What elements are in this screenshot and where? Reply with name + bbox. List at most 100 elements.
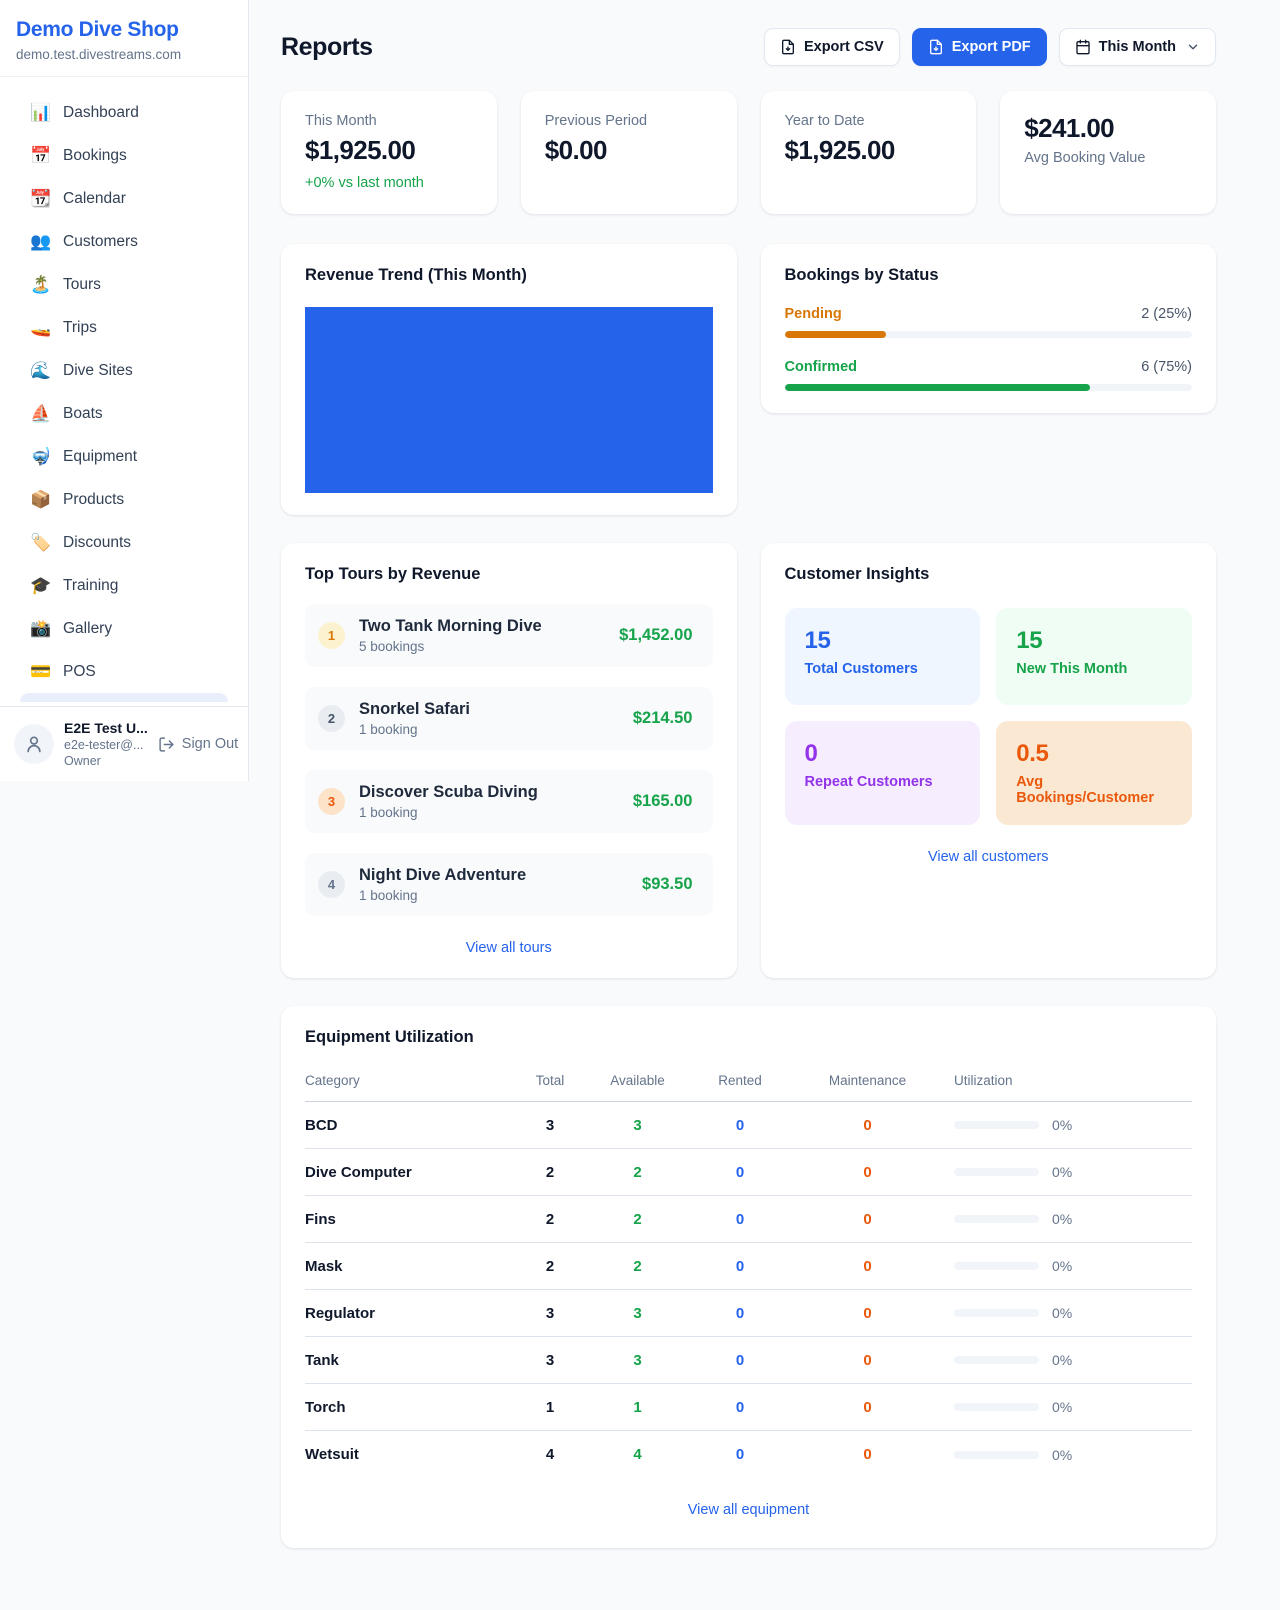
sidebar-item-customers[interactable]: 👥 Customers bbox=[12, 220, 236, 263]
stat-value: $1,925.00 bbox=[785, 135, 953, 166]
equip-rented: 0 bbox=[685, 1399, 795, 1416]
tour-name: Discover Scuba Diving bbox=[359, 783, 538, 802]
tour-row[interactable]: 2 Snorkel Safari 1 booking $214.50 bbox=[305, 687, 713, 750]
table-row: Mask 2 2 0 0 0% bbox=[305, 1243, 1192, 1290]
tour-row[interactable]: 3 Discover Scuba Diving 1 booking $165.0… bbox=[305, 770, 713, 833]
equip-available: 4 bbox=[590, 1446, 685, 1463]
sidebar-item-label: Trips bbox=[63, 319, 97, 337]
utilization-percent: 0% bbox=[1052, 1164, 1072, 1180]
period-select[interactable]: This Month bbox=[1059, 28, 1216, 66]
col-header-rented: Rented bbox=[685, 1073, 795, 1088]
equip-rented: 0 bbox=[685, 1446, 795, 1463]
sidebar-item-label: Tours bbox=[63, 276, 101, 294]
bookings-by-status-title: Bookings by Status bbox=[785, 266, 1193, 285]
col-header-total: Total bbox=[510, 1073, 590, 1088]
status-count: 6 (75%) bbox=[1141, 359, 1192, 375]
equip-utilization-cell: 0% bbox=[940, 1399, 1192, 1415]
tile-repeat-customers: 0 Repeat Customers bbox=[785, 721, 981, 825]
equip-maintenance: 0 bbox=[795, 1399, 940, 1416]
sidebar-item-calendar[interactable]: 📆 Calendar bbox=[12, 177, 236, 220]
view-all-tours-link[interactable]: View all tours bbox=[305, 940, 713, 956]
equipment-utilization-card: Equipment Utilization Category Total Ava… bbox=[281, 1006, 1216, 1548]
tile-label: Avg Bookings/Customer bbox=[1016, 774, 1172, 806]
export-csv-button[interactable]: Export CSV bbox=[764, 28, 900, 66]
equip-total: 3 bbox=[510, 1305, 590, 1322]
equip-total: 2 bbox=[510, 1258, 590, 1275]
customer-insights-card: Customer Insights 15 Total Customers 15 … bbox=[761, 543, 1217, 978]
tile-value: 0.5 bbox=[1016, 740, 1172, 768]
sidebar-item-label: Bookings bbox=[63, 147, 127, 165]
stat-card-avg-booking-value: $241.00 Avg Booking Value bbox=[1000, 91, 1216, 214]
customer-insights-title: Customer Insights bbox=[785, 565, 1193, 584]
stats-row: This Month $1,925.00 +0% vs last month P… bbox=[281, 91, 1216, 214]
sidebar-item-training[interactable]: 🎓 Training bbox=[12, 564, 236, 607]
utilization-percent: 0% bbox=[1052, 1258, 1072, 1274]
island-icon: 🏝️ bbox=[30, 275, 50, 295]
brand-block: Demo Dive Shop demo.test.divestreams.com bbox=[0, 0, 248, 77]
equip-rented: 0 bbox=[685, 1117, 795, 1134]
sidebar-item-boats[interactable]: ⛵ Boats bbox=[12, 392, 236, 435]
sidebar-item-dashboard[interactable]: 📊 Dashboard bbox=[12, 91, 236, 134]
equip-category: Dive Computer bbox=[305, 1164, 510, 1181]
sidebar-item-reports-partial[interactable] bbox=[20, 693, 228, 702]
sidebar-item-gallery[interactable]: 📸 Gallery bbox=[12, 607, 236, 650]
equip-maintenance: 0 bbox=[795, 1258, 940, 1275]
user-email: e2e-tester@... bbox=[64, 738, 148, 752]
sidebar-item-label: Training bbox=[63, 577, 118, 595]
tour-bookings: 1 booking bbox=[359, 888, 526, 903]
calendar-icon: 📆 bbox=[30, 189, 50, 209]
rank-badge: 3 bbox=[318, 788, 345, 815]
export-pdf-button[interactable]: Export PDF bbox=[912, 28, 1047, 66]
sidebar-item-equipment[interactable]: 🤿 Equipment bbox=[12, 435, 236, 478]
sign-out-button[interactable]: Sign Out bbox=[158, 736, 238, 753]
equip-total: 3 bbox=[510, 1117, 590, 1134]
view-all-customers-link[interactable]: View all customers bbox=[785, 849, 1193, 865]
sidebar-item-label: Dashboard bbox=[63, 104, 139, 122]
stat-card-this-month: This Month $1,925.00 +0% vs last month bbox=[281, 91, 497, 214]
rank-badge: 1 bbox=[318, 622, 345, 649]
sidebar-item-bookings[interactable]: 📅 Bookings bbox=[12, 134, 236, 177]
user-role: Owner bbox=[64, 754, 148, 768]
equip-rented: 0 bbox=[685, 1258, 795, 1275]
equip-available: 2 bbox=[590, 1164, 685, 1181]
tile-new-this-month: 15 New This Month bbox=[996, 608, 1192, 705]
brand-name[interactable]: Demo Dive Shop bbox=[16, 18, 232, 42]
equip-available: 2 bbox=[590, 1211, 685, 1228]
stat-card-year-to-date: Year to Date $1,925.00 bbox=[761, 91, 977, 214]
equip-total: 2 bbox=[510, 1211, 590, 1228]
tile-label: New This Month bbox=[1016, 661, 1172, 677]
tour-row[interactable]: 1 Two Tank Morning Dive 5 bookings $1,45… bbox=[305, 604, 713, 667]
sidebar-item-dive-sites[interactable]: 🌊 Dive Sites bbox=[12, 349, 236, 392]
insight-grid: 15 Total Customers 15 New This Month 0 R… bbox=[785, 608, 1193, 825]
page-header: Reports Export CSV Export PDF This Month bbox=[281, 28, 1216, 66]
wave-icon: 🌊 bbox=[30, 361, 50, 381]
status-label: Pending bbox=[785, 306, 842, 322]
sidebar-item-label: Equipment bbox=[63, 448, 137, 466]
revenue-trend-card: Revenue Trend (This Month) bbox=[281, 244, 737, 515]
utilization-percent: 0% bbox=[1052, 1117, 1072, 1133]
tour-bookings: 1 booking bbox=[359, 722, 470, 737]
utilization-bar bbox=[954, 1121, 1039, 1129]
stat-card-previous-period: Previous Period $0.00 bbox=[521, 91, 737, 214]
stat-label: This Month bbox=[305, 113, 473, 129]
view-all-equipment-link[interactable]: View all equipment bbox=[305, 1502, 1192, 1518]
tile-value: 15 bbox=[805, 627, 961, 655]
equip-category: Torch bbox=[305, 1399, 510, 1416]
table-row: Dive Computer 2 2 0 0 0% bbox=[305, 1149, 1192, 1196]
stat-value: $0.00 bbox=[545, 135, 713, 166]
utilization-bar bbox=[954, 1356, 1039, 1364]
sidebar-item-tours[interactable]: 🏝️ Tours bbox=[12, 263, 236, 306]
sidebar-item-trips[interactable]: 🚤 Trips bbox=[12, 306, 236, 349]
equip-rented: 0 bbox=[685, 1305, 795, 1322]
revenue-trend-title: Revenue Trend (This Month) bbox=[305, 266, 713, 285]
sidebar-item-products[interactable]: 📦 Products bbox=[12, 478, 236, 521]
tour-row[interactable]: 4 Night Dive Adventure 1 booking $93.50 bbox=[305, 853, 713, 916]
table-row: Wetsuit 4 4 0 0 0% bbox=[305, 1431, 1192, 1478]
equipment-utilization-title: Equipment Utilization bbox=[305, 1028, 1192, 1047]
equip-category: Fins bbox=[305, 1211, 510, 1228]
sidebar-item-discounts[interactable]: 🏷️ Discounts bbox=[12, 521, 236, 564]
table-row: Torch 1 1 0 0 0% bbox=[305, 1384, 1192, 1431]
equip-category: BCD bbox=[305, 1117, 510, 1134]
sidebar-item-pos[interactable]: 💳 POS bbox=[12, 650, 236, 693]
equip-available: 3 bbox=[590, 1117, 685, 1134]
